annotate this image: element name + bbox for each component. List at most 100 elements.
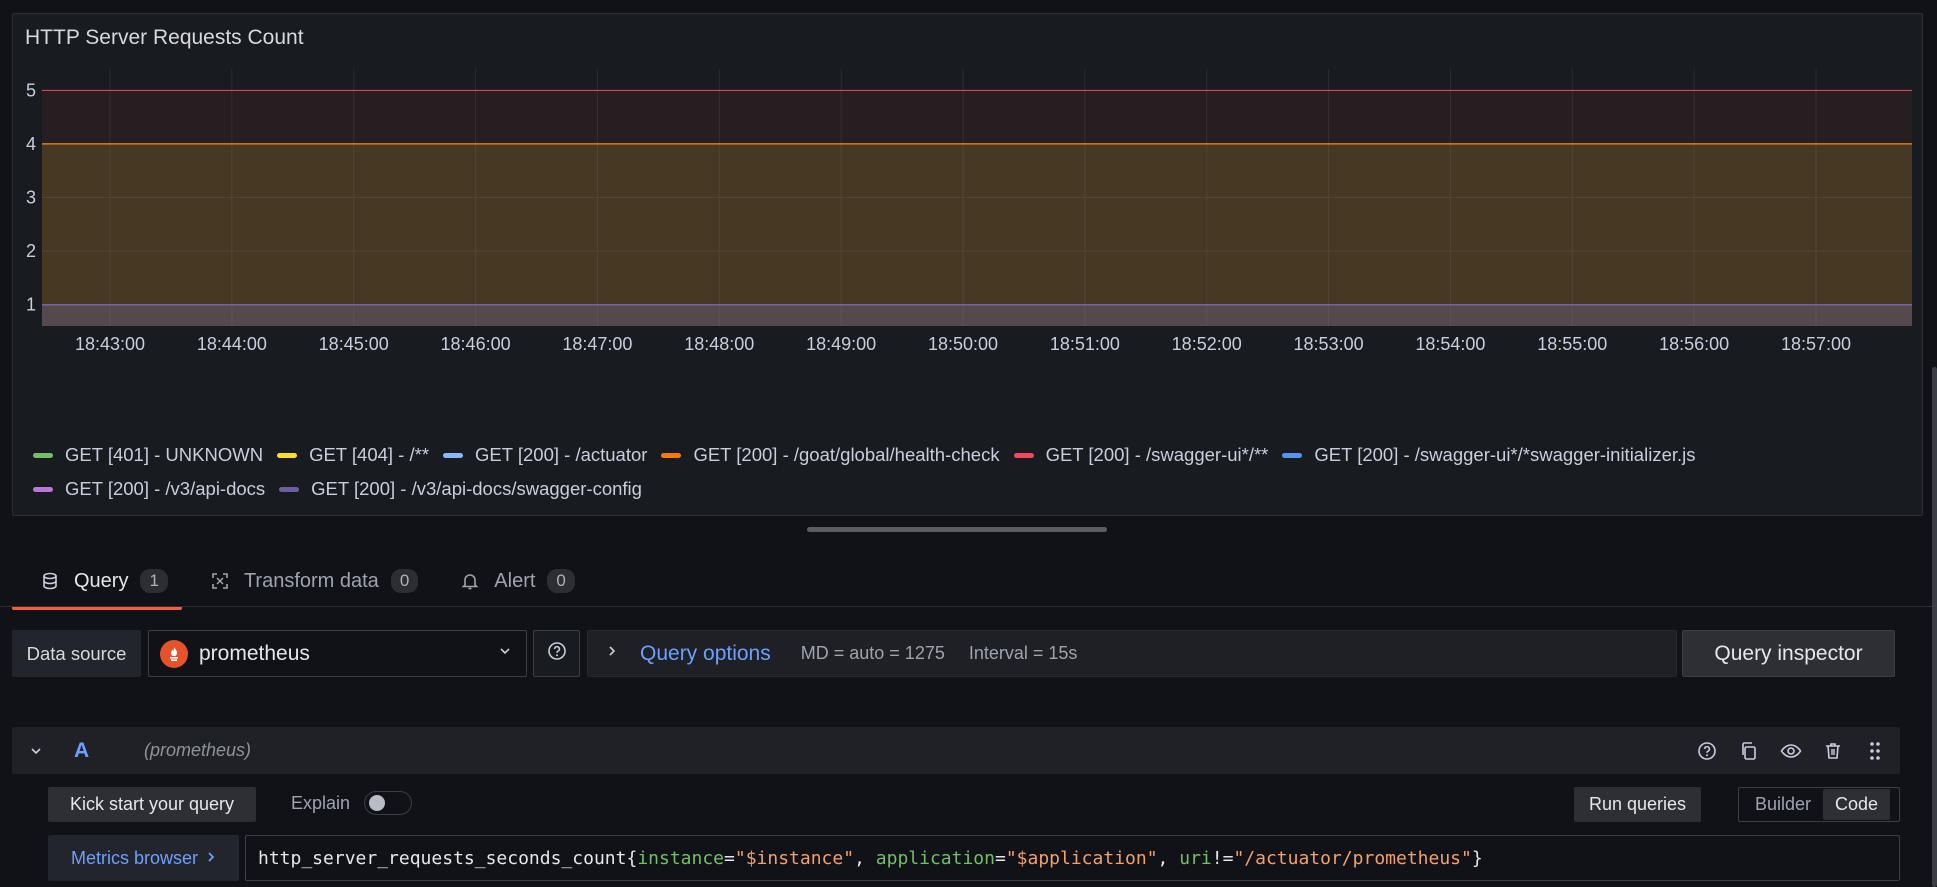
code-sep-1: , [854,847,876,869]
query-inspector-button[interactable]: Query inspector [1682,630,1895,677]
code-value-instance: "$instance" [734,847,855,869]
query-options-toggle[interactable]: Query options MD = auto = 1275 Interval … [587,630,1677,677]
datasource-help-button[interactable] [533,630,580,677]
tab-query[interactable]: Query 1 [12,560,182,610]
legend-label: GET [200] - /swagger-ui*/** [1045,444,1269,465]
y-tick-label: 4 [26,134,36,154]
tab-alert[interactable]: Alert 0 [432,560,589,602]
x-tick-label: 18:49:00 [806,334,876,354]
code-op-3: != [1211,847,1234,869]
x-tick-label: 18:46:00 [441,334,511,354]
editor-mode-switch: Builder Code [1738,787,1900,822]
x-tick-label: 18:56:00 [1659,334,1729,354]
query-help-icon[interactable] [1696,740,1718,762]
y-tick-label: 3 [26,188,36,208]
legend-swatch [279,486,300,492]
legend-swatch [443,452,464,458]
series-area [42,90,1912,327]
code-label-uri: uri [1179,847,1212,869]
legend-item[interactable]: GET [401] - UNKNOWN [33,444,263,466]
code-value-uri: "/actuator/prometheus" [1233,847,1472,869]
kick-start-query-button[interactable]: Kick start your query [48,787,256,822]
collapse-query-toggle[interactable] [26,744,46,758]
y-tick-label: 2 [26,241,36,261]
legend-item[interactable]: GET [200] - /swagger-ui*/*swagger-initia… [1282,444,1696,466]
legend-swatch [661,452,682,458]
legend-item[interactable]: GET [200] - /swagger-ui*/** [1013,444,1269,466]
x-tick-label: 18:53:00 [1294,334,1364,354]
query-datasource-name: (prometheus) [144,740,252,760]
legend-item[interactable]: GET [200] - /goat/global/health-check [661,444,1000,466]
drag-handle-icon[interactable] [1864,740,1886,762]
code-value-application: "$application" [1005,847,1158,869]
legend-label: GET [200] - /actuator [475,444,648,465]
legend-item[interactable]: GET [200] - /actuator [443,444,647,466]
x-tick-label: 18:44:00 [197,334,267,354]
duplicate-query-icon[interactable] [1738,740,1760,762]
tab-transform-data[interactable]: Transform data 0 [182,560,432,602]
code-label-application: application [875,847,995,869]
legend-item[interactable]: GET [404] - /** [277,444,429,466]
legend-label: GET [200] - /v3/api-docs [65,478,266,499]
x-tick-label: 18:43:00 [75,334,145,354]
metrics-browser-label: Metrics browser [70,847,199,868]
query-options-interval: Interval = 15s [968,643,1078,663]
code-label-instance: instance [637,847,725,869]
tab-alert-label: Alert [494,569,536,592]
y-tick-label: 5 [26,80,36,100]
hide-query-eye-icon[interactable] [1780,740,1802,762]
datasource-picker[interactable]: prometheus [148,630,527,677]
tab-query-label: Query [74,569,129,592]
database-icon [40,571,60,591]
legend-label: GET [200] - /swagger-ui*/*swagger-initia… [1314,444,1696,465]
legend-label: GET [404] - /** [309,444,430,465]
mode-code-option[interactable]: Code [1823,789,1891,820]
legend-label: GET [401] - UNKNOWN [65,444,264,465]
explain-label: Explain [291,793,351,813]
legend-label: GET [200] - /goat/global/health-check [693,444,1000,465]
chart-legend: GET [401] - UNKNOWN GET [404] - /** GET [2… [33,444,1913,512]
explain-toggle[interactable] [364,791,412,815]
run-queries-button[interactable]: Run queries [1574,787,1701,822]
datasource-name: prometheus [199,641,310,665]
legend-swatch [277,452,298,458]
y-tick-label: 1 [26,295,36,315]
query-options-md: MD = auto = 1275 [800,643,945,663]
query-row-actions [1696,727,1886,774]
legend-swatch [1013,452,1034,458]
code-op-1: = [724,847,735,869]
x-tick-label: 18:48:00 [684,334,754,354]
x-tick-label: 18:45:00 [319,334,389,354]
mode-builder-option[interactable]: Builder [1743,789,1823,820]
panel-resize-handle[interactable] [807,527,1107,532]
query-ref-id[interactable]: A [74,739,144,763]
prometheus-logo-icon [160,639,188,668]
question-circle-icon [547,641,567,666]
legend-swatch [33,452,53,458]
code-op-2: = [994,847,1006,869]
promql-query-editor[interactable]: http_server_requests_seconds_count{insta… [245,835,1900,881]
delete-query-trash-icon[interactable] [1822,740,1844,762]
toggle-knob [369,795,385,811]
x-tick-label: 18:57:00 [1781,334,1851,354]
series-area [42,304,1912,326]
x-tick-label: 18:52:00 [1172,334,1242,354]
page-scrollbar[interactable] [1932,367,1937,887]
tab-transform-label: Transform data [243,569,379,592]
code-brace-open: { [626,847,638,869]
bell-icon [460,571,480,591]
x-tick-label: 18:50:00 [928,334,998,354]
legend-swatch [33,486,53,492]
editor-tabs: Query 1 Transform data 0 Alert 0 [12,560,589,610]
datasource-label: Data source [12,630,141,677]
legend-item[interactable]: GET [200] - /v3/api-docs/swagger-config [279,478,642,500]
code-sep-2: , [1157,847,1180,869]
tabs-divider [0,606,1937,607]
graph-panel: HTTP Server Requests Count 18:43:00 18:44… [12,13,1923,516]
chevron-right-icon [206,848,216,869]
time-series-chart: 18:43:00 18:44:00 18:45:00 18:46:00 18:47:00… [26,69,1912,354]
legend-item[interactable]: GET [200] - /v3/api-docs [33,478,265,500]
metrics-browser-button[interactable]: Metrics browser [48,835,239,881]
code-brace-close: } [1471,847,1483,869]
tab-alert-count: 0 [547,569,575,593]
